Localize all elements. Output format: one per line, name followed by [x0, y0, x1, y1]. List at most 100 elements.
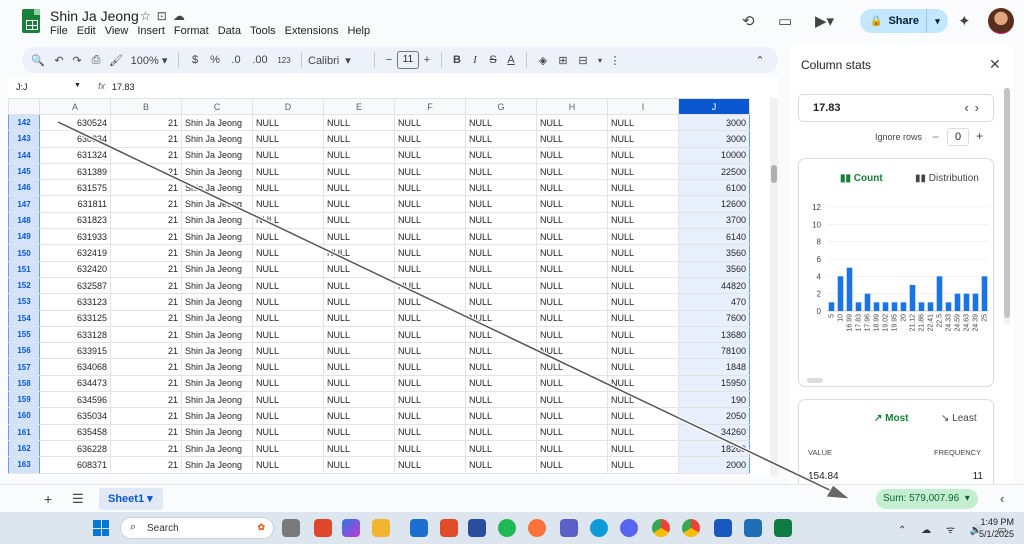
- cell-j[interactable]: 6100: [678, 179, 750, 197]
- cell-a[interactable]: 630834: [39, 130, 111, 148]
- name-box-dropdown-icon[interactable]: ▼: [74, 82, 81, 89]
- cell-c[interactable]: Shin Ja Jeong: [181, 342, 253, 360]
- file-explorer-icon[interactable]: [372, 519, 390, 537]
- cell-d[interactable]: NULL: [252, 423, 324, 441]
- cell-i[interactable]: NULL: [607, 439, 679, 458]
- menu-item-format[interactable]: Format: [174, 25, 209, 37]
- chart-bar[interactable]: [945, 302, 952, 311]
- cell-b[interactable]: 21: [110, 130, 182, 148]
- cell-f[interactable]: NULL: [394, 179, 466, 197]
- cell-a[interactable]: 632587: [39, 276, 111, 295]
- cell-h[interactable]: NULL: [536, 325, 608, 344]
- start-button-icon[interactable]: [93, 520, 109, 536]
- chart-bar[interactable]: [873, 302, 880, 311]
- cell-j[interactable]: 13680: [678, 325, 750, 344]
- column-header-g[interactable]: G: [465, 98, 537, 115]
- cloud-status-icon[interactable]: ☁: [173, 9, 191, 23]
- cell-c[interactable]: Shin Ja Jeong: [181, 309, 253, 327]
- cell-b[interactable]: 21: [110, 374, 182, 393]
- more-formats-button[interactable]: 123: [273, 56, 295, 65]
- cell-h[interactable]: NULL: [536, 228, 608, 246]
- cell-b[interactable]: 21: [110, 162, 182, 181]
- cell-j[interactable]: 7600: [678, 309, 750, 327]
- move-folder-icon[interactable]: ⊡: [157, 9, 173, 23]
- version-history-icon[interactable]: ⟲: [742, 12, 755, 30]
- cell-b[interactable]: 21: [110, 293, 182, 311]
- search-menus-icon[interactable]: 🔍: [26, 54, 50, 67]
- menu-item-insert[interactable]: Insert: [137, 25, 165, 37]
- app-icon-photos[interactable]: [744, 519, 762, 537]
- cell-c[interactable]: Shin Ja Jeong: [181, 374, 253, 393]
- cell-c[interactable]: Shin Ja Jeong: [181, 228, 253, 246]
- column-header-b[interactable]: B: [110, 98, 182, 115]
- cell-g[interactable]: NULL: [465, 358, 537, 376]
- cell-e[interactable]: NULL: [323, 228, 395, 246]
- menu-item-view[interactable]: View: [105, 25, 129, 37]
- row-header[interactable]: 147: [8, 195, 40, 213]
- cell-a[interactable]: 634473: [39, 374, 111, 393]
- cell-c[interactable]: Shin Ja Jeong: [181, 407, 253, 425]
- cell-d[interactable]: NULL: [252, 260, 324, 278]
- chrome-profile-icon[interactable]: [682, 519, 700, 537]
- cell-f[interactable]: NULL: [394, 260, 466, 278]
- cell-e[interactable]: NULL: [323, 309, 395, 327]
- column-header-a[interactable]: A: [39, 98, 111, 115]
- cell-d[interactable]: NULL: [252, 244, 324, 262]
- menu-item-tools[interactable]: Tools: [250, 25, 276, 37]
- cell-d[interactable]: NULL: [252, 228, 324, 246]
- cell-e[interactable]: NULL: [323, 423, 395, 441]
- cell-d[interactable]: NULL: [252, 456, 324, 474]
- cell-b[interactable]: 21: [110, 195, 182, 213]
- cell-c[interactable]: Shin Ja Jeong: [181, 179, 253, 197]
- cell-e[interactable]: NULL: [323, 211, 395, 230]
- cell-j[interactable]: 15950: [678, 374, 750, 393]
- font-size-decrease-icon[interactable]: −: [381, 54, 397, 66]
- cell-h[interactable]: NULL: [536, 211, 608, 230]
- cell-f[interactable]: NULL: [394, 407, 466, 425]
- add-sheet-button[interactable]: +: [44, 491, 52, 507]
- vertical-scrollbar[interactable]: [770, 98, 778, 476]
- row-header[interactable]: 151: [8, 260, 40, 278]
- chart-bar[interactable]: [918, 302, 925, 311]
- gemini-sparkle-icon[interactable]: ✦: [958, 12, 971, 30]
- cell-f[interactable]: NULL: [394, 195, 466, 213]
- cell-j[interactable]: 3560: [678, 244, 750, 262]
- cell-i[interactable]: NULL: [607, 309, 679, 327]
- column-header-h[interactable]: H: [536, 98, 608, 115]
- cell-h[interactable]: NULL: [536, 260, 608, 278]
- cell-f[interactable]: NULL: [394, 342, 466, 360]
- cell-g[interactable]: NULL: [465, 162, 537, 181]
- cell-a[interactable]: 631811: [39, 195, 111, 213]
- cell-f[interactable]: NULL: [394, 325, 466, 344]
- column-header-j[interactable]: J: [678, 98, 750, 115]
- row-header[interactable]: 154: [8, 309, 40, 327]
- tab-distribution[interactable]: ▮▮ Distribution: [915, 173, 979, 184]
- cell-e[interactable]: NULL: [323, 407, 395, 425]
- row-header[interactable]: 153: [8, 293, 40, 311]
- cell-i[interactable]: NULL: [607, 374, 679, 393]
- row-header[interactable]: 144: [8, 146, 40, 164]
- cell-j[interactable]: 3000: [678, 130, 750, 148]
- cell-g[interactable]: NULL: [465, 325, 537, 344]
- cell-i[interactable]: NULL: [607, 211, 679, 230]
- share-button[interactable]: 🔒 Share ▾: [860, 9, 948, 33]
- cell-f[interactable]: NULL: [394, 146, 466, 164]
- chart-bar[interactable]: [909, 285, 916, 311]
- menu-item-extensions[interactable]: Extensions: [285, 25, 339, 37]
- column-header-i[interactable]: I: [607, 98, 679, 115]
- cell-g[interactable]: NULL: [465, 260, 537, 278]
- clock[interactable]: 1:49 PM 5/1/2025: [974, 516, 1014, 540]
- font-size-input[interactable]: 11: [397, 51, 419, 69]
- cell-a[interactable]: 632419: [39, 244, 111, 262]
- italic-icon[interactable]: I: [466, 54, 484, 66]
- cell-e[interactable]: NULL: [323, 439, 395, 458]
- scrollbar-thumb[interactable]: [771, 165, 777, 183]
- cell-d[interactable]: NULL: [252, 211, 324, 230]
- cell-h[interactable]: NULL: [536, 456, 608, 474]
- font-size-increase-icon[interactable]: +: [419, 54, 435, 66]
- comments-icon[interactable]: ▭: [778, 12, 792, 30]
- cell-d[interactable]: NULL: [252, 358, 324, 376]
- chart-bar[interactable]: [927, 302, 934, 311]
- cell-a[interactable]: 635034: [39, 407, 111, 425]
- cell-f[interactable]: NULL: [394, 439, 466, 458]
